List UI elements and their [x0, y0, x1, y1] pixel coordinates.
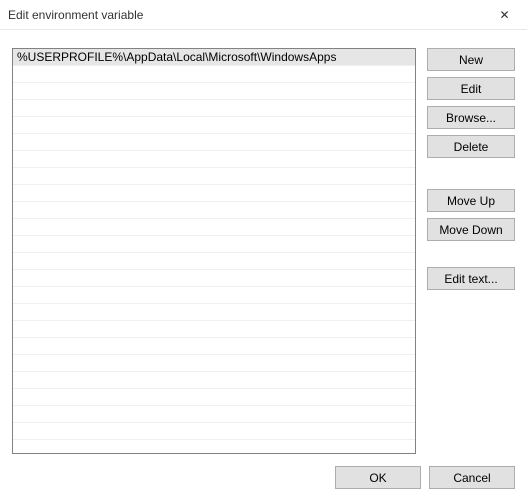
close-button[interactable]: ✕	[482, 0, 527, 30]
list-row[interactable]	[13, 270, 415, 287]
cancel-button[interactable]: Cancel	[429, 466, 515, 489]
list-row[interactable]	[13, 117, 415, 134]
list-row[interactable]	[13, 338, 415, 355]
list-row[interactable]	[13, 134, 415, 151]
dialog-title: Edit environment variable	[8, 8, 143, 22]
list-row[interactable]	[13, 406, 415, 423]
main-area: %USERPROFILE%\AppData\Local\Microsoft\Wi…	[12, 40, 515, 454]
list-row[interactable]	[13, 253, 415, 270]
dialog-content: %USERPROFILE%\AppData\Local\Microsoft\Wi…	[0, 30, 527, 501]
list-row[interactable]: %USERPROFILE%\AppData\Local\Microsoft\Wi…	[13, 49, 415, 66]
list-row[interactable]	[13, 168, 415, 185]
ok-button[interactable]: OK	[335, 466, 421, 489]
list-row[interactable]	[13, 372, 415, 389]
edit-button[interactable]: Edit	[427, 77, 515, 100]
close-icon: ✕	[499, 8, 509, 22]
side-buttons: New Edit Browse... Delete Move Up Move D…	[427, 40, 515, 454]
path-listbox[interactable]: %USERPROFILE%\AppData\Local\Microsoft\Wi…	[12, 48, 416, 454]
list-row[interactable]	[13, 423, 415, 440]
list-row[interactable]	[13, 304, 415, 321]
list-row[interactable]	[13, 219, 415, 236]
list-row[interactable]	[13, 185, 415, 202]
list-row[interactable]	[13, 236, 415, 253]
move-down-button[interactable]: Move Down	[427, 218, 515, 241]
browse-button[interactable]: Browse...	[427, 106, 515, 129]
list-row[interactable]	[13, 321, 415, 338]
list-row[interactable]	[13, 83, 415, 100]
titlebar: Edit environment variable ✕	[0, 0, 527, 30]
delete-button[interactable]: Delete	[427, 135, 515, 158]
move-up-button[interactable]: Move Up	[427, 189, 515, 212]
list-row[interactable]	[13, 287, 415, 304]
list-row[interactable]	[13, 100, 415, 117]
list-row[interactable]	[13, 202, 415, 219]
edit-text-button[interactable]: Edit text...	[427, 267, 515, 290]
spacer	[427, 247, 515, 267]
new-button[interactable]: New	[427, 48, 515, 71]
bottom-buttons: OK Cancel	[12, 454, 515, 489]
list-row[interactable]	[13, 389, 415, 406]
list-row[interactable]	[13, 66, 415, 83]
list-row[interactable]	[13, 151, 415, 168]
list-row[interactable]	[13, 355, 415, 372]
spacer	[427, 164, 515, 189]
